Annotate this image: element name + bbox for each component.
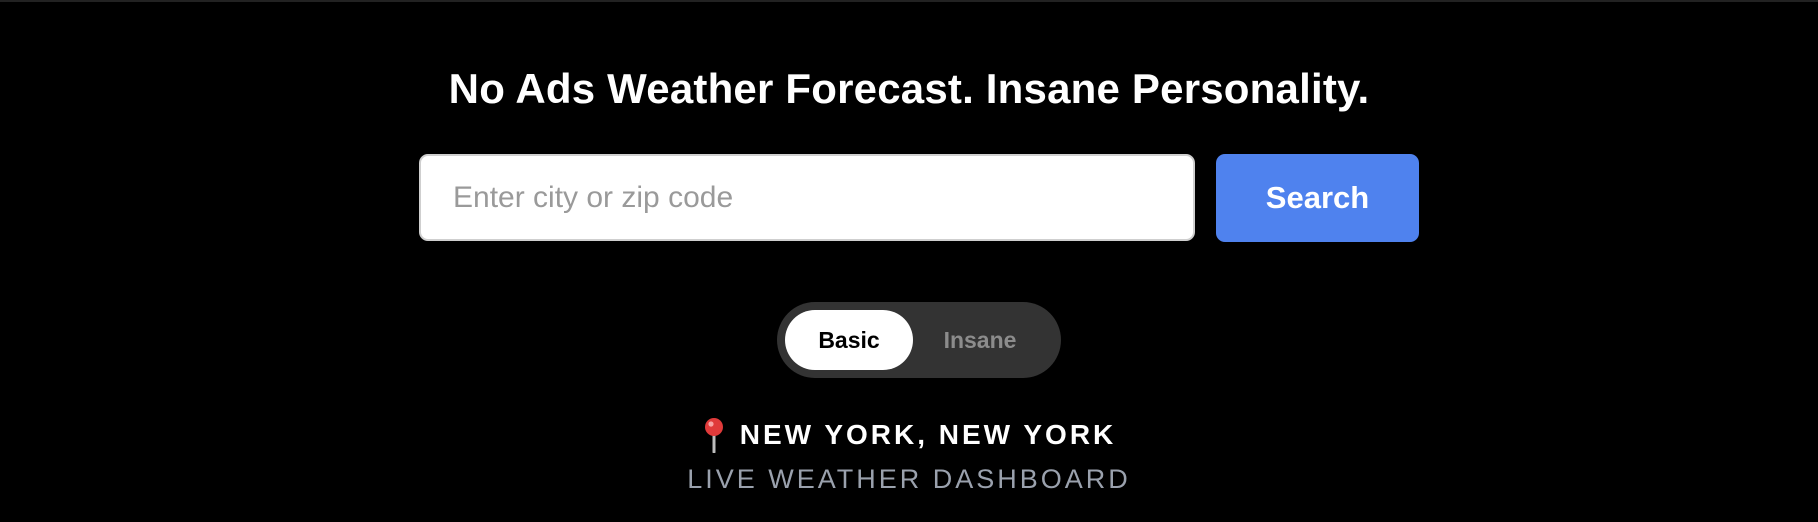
toggle-option-insane[interactable]: Insane [916,310,1044,370]
top-divider [0,0,1818,2]
dashboard-subtitle: LIVE WEATHER DASHBOARD [687,464,1131,494]
location-header: NEW YORK, NEW YORK [0,412,1818,458]
mode-toggle[interactable]: Basic Insane [777,302,1061,378]
pin-icon [702,417,726,454]
search-button[interactable]: Search [1216,154,1419,242]
location-name: NEW YORK, NEW YORK [739,419,1117,450]
toggle-option-basic[interactable]: Basic [785,310,913,370]
search-input[interactable] [419,154,1195,241]
page-title: No Ads Weather Forecast. Insane Personal… [448,65,1370,112]
